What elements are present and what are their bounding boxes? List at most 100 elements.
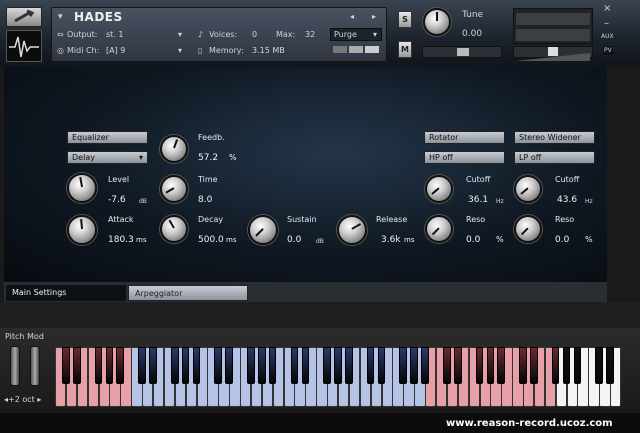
black-key[interactable] (170, 347, 179, 384)
lp-reso-knob[interactable] (514, 215, 542, 243)
tune-label: Tune (462, 10, 484, 20)
black-key[interactable] (323, 347, 331, 384)
sustain-label: Sustain (287, 215, 317, 224)
feedback-unit: % (229, 153, 237, 162)
lp-filter-button[interactable]: LP off (514, 151, 595, 164)
hp-cutoff-knob[interactable] (425, 175, 453, 203)
aux-button[interactable]: AUX (601, 33, 614, 40)
midi-value[interactable]: [A] 9 (106, 46, 125, 55)
tune-knob[interactable] (423, 8, 451, 36)
black-key[interactable] (192, 347, 201, 384)
prev-instrument-icon[interactable]: ◂ (350, 12, 354, 21)
hp-cutoff-unit: Hz (496, 198, 504, 205)
time-knob[interactable] (160, 175, 188, 203)
black-key[interactable] (257, 347, 266, 384)
wrench-icon[interactable] (6, 7, 42, 27)
collapse-icon[interactable]: ▾ (58, 12, 63, 22)
black-key[interactable] (453, 347, 462, 384)
hp-filter-button[interactable]: HP off (424, 151, 505, 164)
black-key[interactable] (606, 347, 614, 384)
output-icon: ⇔ (57, 30, 64, 39)
lp-reso-value: 0.0 (555, 235, 570, 245)
black-key[interactable] (377, 347, 386, 384)
stereo-widener-button[interactable]: Stereo Widener (514, 131, 595, 144)
black-key[interactable] (551, 347, 560, 384)
black-key[interactable] (290, 347, 299, 384)
equalizer-button[interactable]: Equalizer (67, 131, 148, 144)
decay-knob[interactable] (160, 215, 188, 243)
waveform-icon[interactable] (6, 30, 42, 62)
black-key[interactable] (421, 347, 429, 384)
tab-bar: Main Settings Arpeggiator (4, 282, 607, 302)
attack-unit: ms (136, 236, 147, 244)
level-label: Level (108, 175, 130, 184)
level-meter (333, 46, 379, 54)
black-key[interactable] (399, 347, 408, 384)
black-key[interactable] (116, 347, 125, 384)
level-knob[interactable] (67, 173, 97, 203)
black-key[interactable] (72, 347, 81, 384)
release-label: Release (376, 215, 408, 224)
pv-button[interactable]: PV (603, 46, 613, 55)
memory-icon: ▯ (198, 46, 203, 55)
black-key[interactable] (138, 347, 146, 384)
volume-slider[interactable] (513, 46, 593, 61)
piano-keyboard[interactable] (55, 347, 622, 407)
black-key[interactable] (62, 347, 70, 384)
max-value[interactable]: 32 (305, 30, 315, 39)
black-key[interactable] (595, 347, 604, 384)
tab-arpeggiator[interactable]: Arpeggiator (128, 285, 248, 301)
black-key[interactable] (573, 347, 582, 384)
sustain-knob[interactable] (248, 215, 278, 245)
solo-button[interactable]: S (398, 11, 412, 28)
black-key[interactable] (94, 347, 103, 384)
black-key[interactable] (214, 347, 223, 384)
black-key[interactable] (562, 347, 571, 384)
output-dropdown-icon[interactable]: ▾ (178, 30, 182, 39)
minimize-icon[interactable]: – (604, 18, 609, 29)
black-key[interactable] (530, 347, 538, 384)
feedback-knob[interactable] (160, 135, 188, 163)
black-key[interactable] (268, 347, 277, 384)
black-key[interactable] (334, 347, 342, 384)
mute-button[interactable]: M (398, 41, 412, 58)
black-key[interactable] (149, 347, 157, 384)
black-key[interactable] (247, 347, 255, 384)
attack-knob[interactable] (67, 215, 97, 245)
hp-reso-knob[interactable] (425, 215, 453, 243)
black-key[interactable] (475, 347, 484, 384)
black-key[interactable] (366, 347, 375, 384)
time-value: 8.0 (198, 195, 213, 205)
release-knob[interactable] (337, 215, 367, 245)
volume-slider-handle[interactable] (548, 47, 558, 56)
black-key[interactable] (301, 347, 310, 384)
octave-shift[interactable]: ◂+2 oct ▸ (4, 395, 41, 404)
next-instrument-icon[interactable]: ▸ (372, 12, 376, 21)
black-key[interactable] (519, 347, 527, 384)
lp-cutoff-knob[interactable] (514, 175, 542, 203)
hp-cutoff-label: Cutoff (466, 175, 491, 184)
delay-menu-label: Delay (72, 153, 95, 162)
delay-menu[interactable]: Delay ▾ (67, 151, 148, 164)
output-value[interactable]: st. 1 (106, 30, 123, 39)
black-key[interactable] (225, 347, 233, 384)
pan-slider[interactable] (422, 46, 502, 58)
black-key[interactable] (181, 347, 190, 384)
purge-menu[interactable]: Purge ▾ (330, 28, 382, 41)
level-value: -7.6 (108, 195, 126, 205)
black-key[interactable] (443, 347, 451, 384)
close-icon[interactable]: × (603, 3, 611, 14)
rotator-button[interactable]: Rotator (424, 131, 505, 144)
midi-dropdown-icon[interactable]: ▾ (178, 46, 182, 55)
hp-cutoff-value: 36.1 (468, 195, 489, 205)
pitch-wheel[interactable] (10, 346, 20, 386)
black-key[interactable] (486, 347, 495, 384)
black-key[interactable] (410, 347, 418, 384)
pan-slider-handle[interactable] (457, 48, 469, 56)
black-key[interactable] (497, 347, 506, 384)
tab-main-settings[interactable]: Main Settings (6, 285, 126, 301)
mod-wheel[interactable] (30, 346, 40, 386)
main-settings-panel (4, 67, 607, 282)
black-key[interactable] (345, 347, 353, 384)
black-key[interactable] (105, 347, 114, 384)
